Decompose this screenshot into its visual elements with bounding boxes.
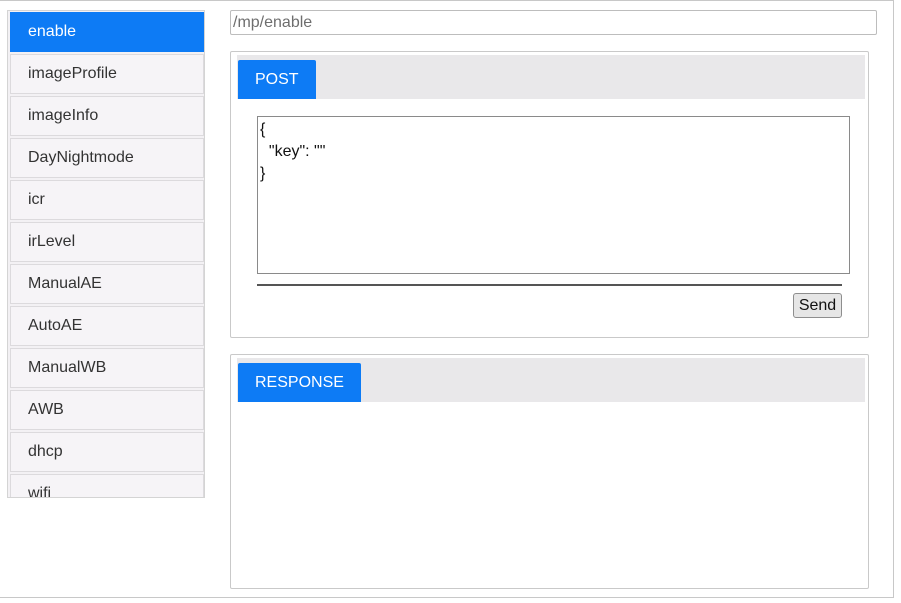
sidebar-item-enable[interactable]: enable: [10, 12, 204, 52]
sidebar-item-dhcp[interactable]: dhcp: [10, 432, 204, 472]
response-body: [237, 403, 865, 585]
sidebar-item-autoae[interactable]: AutoAE: [10, 306, 204, 346]
sidebar-item-wifi[interactable]: wifi: [10, 474, 204, 497]
sidebar-item-icr[interactable]: icr: [10, 180, 204, 220]
sidebar-item-imageprofile[interactable]: imageProfile: [10, 54, 204, 94]
sidebar-item-manualae[interactable]: ManualAE: [10, 264, 204, 304]
tab-post[interactable]: POST: [238, 60, 316, 99]
sidebar-item-imageinfo[interactable]: imageInfo: [10, 96, 204, 136]
url-input[interactable]: [230, 10, 877, 35]
request-tabbar: POST: [237, 55, 865, 99]
sidebar-item-manualwb[interactable]: ManualWB: [10, 348, 204, 388]
divider: [257, 284, 842, 286]
request-panel: POST Send: [230, 51, 869, 338]
sidebar-item-irlevel[interactable]: irLevel: [10, 222, 204, 262]
sidebar-item-awb[interactable]: AWB: [10, 390, 204, 430]
tab-response[interactable]: RESPONSE: [238, 363, 361, 402]
send-button[interactable]: Send: [793, 293, 842, 318]
response-tabbar: RESPONSE: [237, 358, 865, 402]
endpoint-sidebar[interactable]: enable imageProfile imageInfo DayNightmo…: [7, 10, 205, 498]
sidebar-item-daynightmode[interactable]: DayNightmode: [10, 138, 204, 178]
response-panel: RESPONSE: [230, 354, 869, 589]
request-body-textarea[interactable]: [257, 116, 850, 274]
